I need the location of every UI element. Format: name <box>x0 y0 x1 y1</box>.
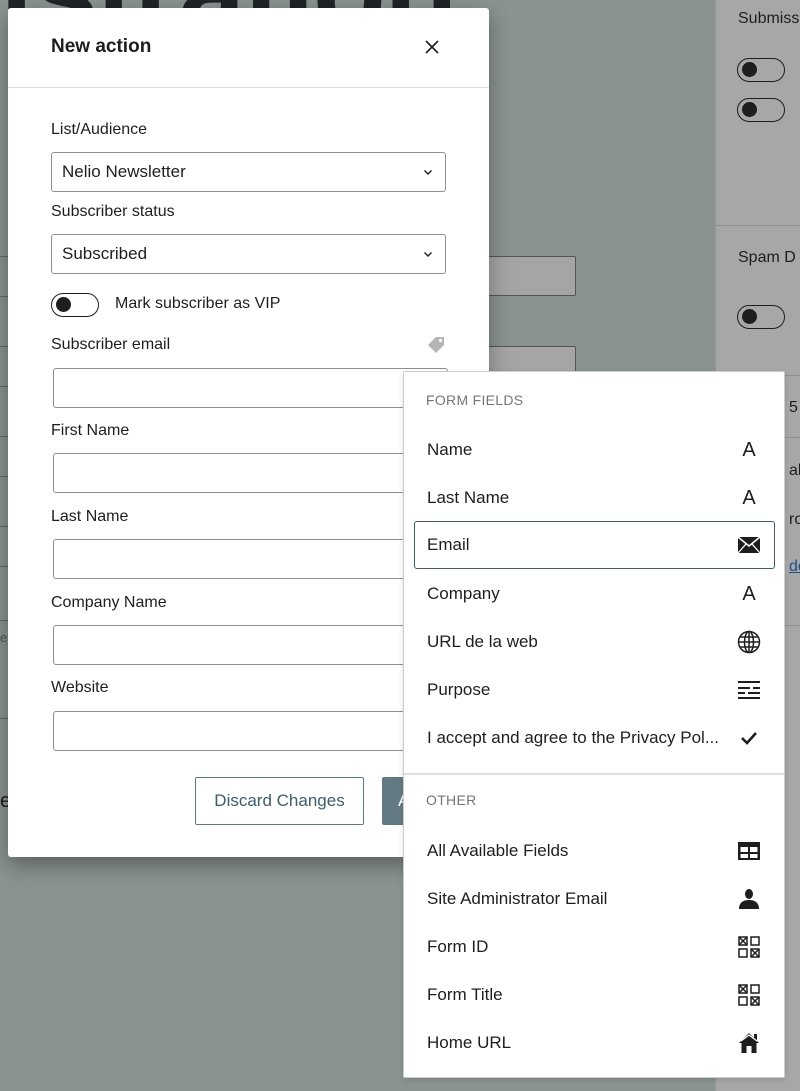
paragraph-icon <box>736 677 762 703</box>
list-audience-select[interactable]: Nelio Newsletter <box>51 152 446 192</box>
menu-item-label: URL de la web <box>427 632 538 651</box>
table-icon <box>736 838 762 864</box>
sidebar-toggle[interactable] <box>737 98 785 122</box>
company-name-label: Company Name <box>51 594 167 611</box>
menu-item-last-name[interactable]: Last Name A <box>414 474 775 522</box>
text-icon: A <box>742 486 756 509</box>
menu-item-label: Form ID <box>427 937 489 956</box>
home-icon <box>736 1030 762 1056</box>
menu-item-label: Form Title <box>427 985 503 1004</box>
company-name-input[interactable] <box>53 625 448 665</box>
group-title-form-fields: FORM FIELDS <box>426 392 524 408</box>
background-divider <box>0 436 8 437</box>
modal-title: New action <box>51 36 152 57</box>
menu-item-privacy-policy[interactable]: I accept and agree to the Privacy Pol... <box>414 714 775 762</box>
grid-icon <box>736 934 762 960</box>
menu-item-email[interactable]: Email <box>414 521 775 569</box>
last-name-input[interactable] <box>53 539 448 579</box>
menu-item-website-url[interactable]: URL de la web <box>414 618 775 666</box>
dropdown-divider <box>404 773 784 775</box>
background-input <box>480 256 576 296</box>
checkmark-icon <box>736 725 762 751</box>
vip-toggle-label: Mark subscriber as VIP <box>115 295 281 312</box>
envelope-icon <box>736 532 762 558</box>
person-icon <box>736 886 762 912</box>
sidebar-fragment: ro <box>789 511 800 528</box>
menu-item-label: I accept and agree to the Privacy Pol... <box>427 728 719 747</box>
background-divider <box>0 296 8 297</box>
sidebar-fragment: ali <box>789 462 800 479</box>
discard-changes-button[interactable]: Discard Changes <box>195 777 364 825</box>
background-divider <box>0 526 8 527</box>
chevron-down-icon <box>424 170 432 175</box>
subscriber-status-label: Subscriber status <box>51 203 175 220</box>
text-icon: A <box>742 582 756 605</box>
menu-item-label: Email <box>427 535 470 554</box>
background-divider <box>0 476 8 477</box>
menu-item-label: Company <box>427 584 500 603</box>
field-picker-dropdown: FORM FIELDS Name A Last Name A Email Com… <box>403 371 785 1078</box>
menu-item-label: Last Name <box>427 488 510 507</box>
grid-icon <box>736 982 762 1008</box>
menu-item-label: Home URL <box>427 1033 512 1052</box>
sidebar-divider <box>716 225 800 226</box>
sidebar-toggle[interactable] <box>737 305 785 329</box>
sidebar-link[interactable]: de <box>789 558 800 576</box>
close-icon <box>425 40 439 54</box>
background-fragment: e <box>0 630 8 645</box>
website-label: Website <box>51 679 109 696</box>
background-divider <box>0 718 8 719</box>
background-divider <box>0 386 8 387</box>
menu-item-label: All Available Fields <box>427 841 569 860</box>
menu-item-name[interactable]: Name A <box>414 426 775 474</box>
background-divider <box>0 566 8 567</box>
last-name-label: Last Name <box>51 508 129 525</box>
subscriber-status-select[interactable]: Subscribed <box>51 234 446 274</box>
menu-item-company[interactable]: Company A <box>414 570 775 618</box>
globe-icon <box>736 629 762 655</box>
first-name-input[interactable] <box>53 453 448 493</box>
close-button[interactable] <box>419 34 445 60</box>
subscriber-email-label: Subscriber email <box>51 336 171 353</box>
background-divider <box>0 256 8 257</box>
background-divider <box>0 346 8 347</box>
list-audience-label: List/Audience <box>51 121 148 138</box>
menu-item-label: Name <box>427 440 473 459</box>
text-icon: A <box>742 438 756 461</box>
first-name-label: First Name <box>51 422 130 439</box>
subscriber-email-input[interactable] <box>53 368 448 408</box>
menu-item-label: Site Administrator Email <box>427 889 608 908</box>
menu-item-form-title[interactable]: Form Title <box>414 971 775 1019</box>
list-audience-value: Nelio Newsletter <box>62 162 186 181</box>
sidebar-toggle[interactable] <box>737 58 785 82</box>
sidebar-fragment: 5 <box>789 399 798 416</box>
menu-item-all-available-fields[interactable]: All Available Fields <box>414 827 775 875</box>
menu-item-site-admin-email[interactable]: Site Administrator Email <box>414 875 775 923</box>
sidebar-section-title: Submiss <box>738 10 800 27</box>
modal-header: New action <box>8 8 489 88</box>
website-input[interactable] <box>53 711 448 751</box>
menu-item-form-id[interactable]: Form ID <box>414 923 775 971</box>
tag-icon[interactable] <box>425 334 447 356</box>
chevron-down-icon <box>424 252 432 257</box>
menu-item-label: Purpose <box>427 680 491 699</box>
group-title-other: OTHER <box>426 792 477 808</box>
subscriber-status-value: Subscribed <box>62 244 148 263</box>
vip-toggle[interactable] <box>51 293 99 317</box>
menu-item-home-url[interactable]: Home URL <box>414 1019 775 1067</box>
background-divider <box>0 620 8 621</box>
menu-item-purpose[interactable]: Purpose <box>414 666 775 714</box>
sidebar-section-title: Spam D <box>738 249 796 266</box>
